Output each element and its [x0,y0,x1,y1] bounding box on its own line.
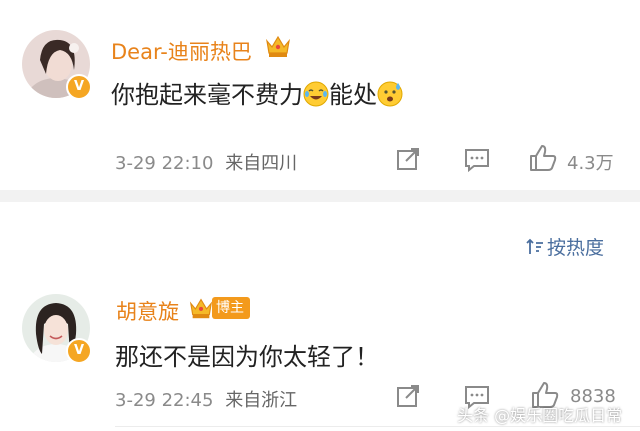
location: 来自四川 [225,153,298,174]
comment-icon[interactable] [463,147,491,173]
watermark: 头条 @娱乐圈吃瓜日常 [457,406,623,425]
share-icon[interactable] [395,383,421,409]
laughing-crying-emoji-icon [303,81,329,107]
section-separator [0,190,640,202]
blogger-badge: 博主 [212,297,250,319]
sort-by-hot-button[interactable]: 按热度 [525,233,604,260]
divider [115,426,640,427]
sort-icon [526,238,543,254]
username[interactable]: 胡意旋 [116,296,179,326]
share-icon[interactable] [395,146,421,172]
comment-time: 3-29 22:45 来自浙江 [115,386,297,412]
sweating-emoji-icon [377,81,403,107]
timestamp: 3-29 22:45 [115,390,214,411]
location: 来自浙江 [225,390,298,411]
username[interactable]: Dear-迪丽热巴 [111,36,252,66]
crown-icon [266,35,290,57]
verified-badge: V [66,338,92,364]
sort-label: 按热度 [547,237,605,259]
crown-icon [189,298,213,319]
timestamp: 3-29 22:10 [115,153,214,174]
comment-text: 那还不是因为你太轻了！ [115,343,379,371]
like-count: 4.3万 [567,153,614,174]
comment-text-part2: 能处 [329,81,377,109]
comment-text-part1: 你抱起来毫不费力 [111,81,303,109]
comment-text: 你抱起来毫不费力 能处 [111,75,403,110]
comment-time: 3-29 22:10 来自四川 [115,149,297,175]
like-icon[interactable] [528,143,558,173]
verified-badge: V [66,74,92,100]
comment-card-1: V Dear-迪丽热巴 你抱起来毫不费力 能处 3-29 22:10 来自四川 4… [0,0,640,190]
